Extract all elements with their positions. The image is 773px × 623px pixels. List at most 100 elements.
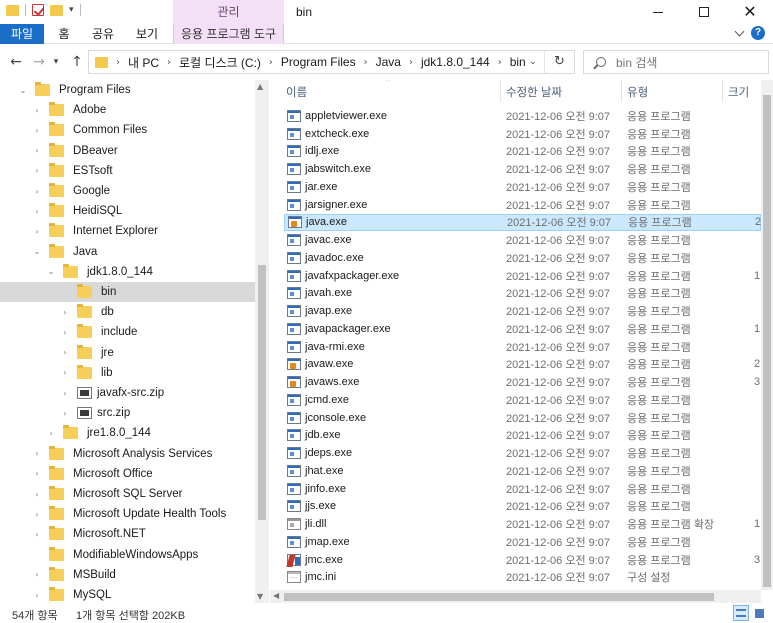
tree-item[interactable]: ⌄ Java xyxy=(0,242,255,262)
column-header-date[interactable]: 수정한 날짜 xyxy=(506,84,562,100)
scrollbar-thumb[interactable] xyxy=(284,593,714,601)
file-row[interactable]: jmc.exe 2021-12-06 오전 9:07 응용 프로그램 3 xyxy=(284,551,761,569)
scrollbar-thumb[interactable] xyxy=(258,265,266,520)
file-row[interactable]: javaw.exe 2021-12-06 오전 9:07 응용 프로그램 2 xyxy=(284,356,761,374)
expand-chevron-icon[interactable]: › xyxy=(60,308,70,317)
expand-chevron-icon[interactable]: › xyxy=(60,409,70,418)
expand-chevron-icon[interactable]: › xyxy=(32,490,42,499)
address-bar[interactable]: › 내 PC › 로컬 디스크 (C:) › Program Files › J… xyxy=(88,50,575,74)
properties-icon[interactable] xyxy=(32,4,44,16)
file-list-scrollbar[interactable] xyxy=(761,80,773,590)
file-row[interactable]: javap.exe 2021-12-06 오전 9:07 응용 프로그램 xyxy=(284,302,761,320)
tree-item[interactable]: ModifiableWindowsApps xyxy=(0,545,255,565)
tree-item[interactable]: › Google xyxy=(0,181,255,201)
file-row[interactable]: jarsigner.exe 2021-12-06 오전 9:07 응용 프로그램 xyxy=(284,196,761,214)
file-row[interactable]: jli.dll 2021-12-06 오전 9:07 응용 프로그램 확장 1 xyxy=(284,515,761,533)
file-row[interactable]: jdb.exe 2021-12-06 오전 9:07 응용 프로그램 xyxy=(284,427,761,445)
up-button[interactable]: ↑ xyxy=(67,52,87,72)
collapse-chevron-icon[interactable]: ⌄ xyxy=(32,247,42,256)
file-row[interactable]: jhat.exe 2021-12-06 오전 9:07 응용 프로그램 xyxy=(284,462,761,480)
tree-item[interactable]: › jre xyxy=(0,343,255,363)
column-divider[interactable] xyxy=(621,80,622,102)
maximize-button[interactable] xyxy=(681,0,727,24)
tree-item[interactable]: ⌄ jdk1.8.0_144 xyxy=(0,262,255,282)
collapse-chevron-icon[interactable]: ⌄ xyxy=(18,86,28,95)
file-row[interactable]: idlj.exe 2021-12-06 오전 9:07 응용 프로그램 xyxy=(284,143,761,161)
tab-share[interactable]: 공유 xyxy=(88,24,118,44)
search-box[interactable]: bin 검색 xyxy=(583,50,769,74)
expand-ribbon-icon[interactable] xyxy=(734,26,745,37)
minimize-button[interactable] xyxy=(635,0,681,24)
back-button[interactable]: ← xyxy=(6,52,26,72)
file-row[interactable]: jar.exe 2021-12-06 오전 9:07 응용 프로그램 xyxy=(284,178,761,196)
tree-item[interactable]: › javafx-src.zip xyxy=(0,383,255,403)
file-row[interactable]: javah.exe 2021-12-06 오전 9:07 응용 프로그램 xyxy=(284,285,761,303)
breadcrumb-chevron-icon[interactable]: › xyxy=(409,57,413,68)
file-row[interactable]: jmap.exe 2021-12-06 오전 9:07 응용 프로그램 xyxy=(284,533,761,551)
breadcrumb-chevron-icon[interactable]: › xyxy=(269,57,273,68)
column-divider[interactable] xyxy=(500,80,501,102)
file-row[interactable]: java.exe 2021-12-06 오전 9:07 응용 프로그램 2 xyxy=(284,213,761,232)
breadcrumb-local-disk[interactable]: 로컬 디스크 (C:) xyxy=(179,54,261,71)
file-row[interactable]: java-rmi.exe 2021-12-06 오전 9:07 응용 프로그램 xyxy=(284,338,761,356)
column-divider[interactable] xyxy=(722,80,723,102)
file-row[interactable]: jmc.ini 2021-12-06 오전 9:07 구성 설정 xyxy=(284,569,761,587)
tab-file[interactable]: 파일 xyxy=(0,24,44,44)
tree-item[interactable]: › include xyxy=(0,322,255,342)
breadcrumb-chevron-icon[interactable]: › xyxy=(364,57,368,68)
tab-view[interactable]: 보기 xyxy=(132,24,162,44)
file-row[interactable]: extcheck.exe 2021-12-06 오전 9:07 응용 프로그램 xyxy=(284,125,761,143)
breadcrumb-program-files[interactable]: Program Files xyxy=(281,55,356,69)
expand-chevron-icon[interactable]: › xyxy=(32,106,42,115)
scroll-up-icon[interactable]: ▲ xyxy=(257,82,263,91)
expand-chevron-icon[interactable]: › xyxy=(32,469,42,478)
file-row[interactable]: jcmd.exe 2021-12-06 오전 9:07 응용 프로그램 xyxy=(284,391,761,409)
file-row[interactable]: javadoc.exe 2021-12-06 오전 9:07 응용 프로그램 xyxy=(284,249,761,267)
navigation-pane-scrollbar[interactable]: ▲ ▼ xyxy=(255,80,269,603)
breadcrumb-chevron-icon[interactable]: › xyxy=(116,57,120,68)
tree-item[interactable]: › Internet Explorer xyxy=(0,221,255,241)
file-row[interactable]: javaws.exe 2021-12-06 오전 9:07 응용 프로그램 3 xyxy=(284,373,761,391)
expand-chevron-icon[interactable]: › xyxy=(60,368,70,377)
tree-item[interactable]: › src.zip xyxy=(0,403,255,423)
file-row[interactable]: jjs.exe 2021-12-06 오전 9:07 응용 프로그램 xyxy=(284,498,761,516)
file-row[interactable]: jconsole.exe 2021-12-06 오전 9:07 응용 프로그램 xyxy=(284,409,761,427)
expand-chevron-icon[interactable]: › xyxy=(32,146,42,155)
expand-chevron-icon[interactable]: › xyxy=(32,227,42,236)
help-icon[interactable]: ? xyxy=(751,26,765,40)
details-view-button[interactable] xyxy=(733,605,749,621)
expand-chevron-icon[interactable]: › xyxy=(32,207,42,216)
tree-item[interactable]: › MSBuild xyxy=(0,565,255,585)
customize-toolbar-icon[interactable]: ▾ xyxy=(69,5,74,15)
tree-item[interactable]: ⌄ Program Files xyxy=(0,80,255,100)
new-folder-icon[interactable] xyxy=(50,4,63,16)
file-row[interactable]: jdeps.exe 2021-12-06 오전 9:07 응용 프로그램 xyxy=(284,444,761,462)
breadcrumb-chevron-icon[interactable]: › xyxy=(498,57,502,68)
column-header-name[interactable]: 이름 xyxy=(286,84,307,100)
file-list-horizontal-scrollbar[interactable]: ◀ xyxy=(270,590,761,603)
file-row[interactable]: javapackager.exe 2021-12-06 오전 9:07 응용 프로그… xyxy=(284,320,761,338)
tree-item[interactable]: › MySQL xyxy=(0,585,255,603)
breadcrumb-jdk[interactable]: jdk1.8.0_144 xyxy=(421,55,490,69)
expand-chevron-icon[interactable]: › xyxy=(32,530,42,539)
expand-chevron-icon[interactable]: › xyxy=(32,510,42,519)
tree-item[interactable]: › Microsoft Analysis Services xyxy=(0,444,255,464)
expand-chevron-icon[interactable]: › xyxy=(60,328,70,337)
breadcrumb-java[interactable]: Java xyxy=(376,55,401,69)
expand-chevron-icon[interactable]: › xyxy=(32,187,42,196)
close-button[interactable]: ✕ xyxy=(727,0,773,24)
address-dropdown-icon[interactable]: ⌄ xyxy=(526,55,540,69)
tree-item[interactable]: › Microsoft Update Health Tools xyxy=(0,504,255,524)
file-row[interactable]: jinfo.exe 2021-12-06 오전 9:07 응용 프로그램 xyxy=(284,480,761,498)
tree-item[interactable]: › db xyxy=(0,302,255,322)
expand-chevron-icon[interactable]: › xyxy=(46,429,56,438)
tree-item[interactable]: › lib xyxy=(0,363,255,383)
tab-home[interactable]: 홈 xyxy=(52,24,76,44)
tree-item[interactable]: › ESTsoft xyxy=(0,161,255,181)
column-header-size[interactable]: 크기 xyxy=(728,84,749,100)
recent-locations-button[interactable]: ▾ xyxy=(50,52,62,72)
breadcrumb-chevron-icon[interactable]: › xyxy=(167,57,171,68)
file-row[interactable]: appletviewer.exe 2021-12-06 오전 9:07 응용 프로그… xyxy=(284,107,761,125)
tree-item[interactable]: › HeidiSQL xyxy=(0,201,255,221)
expand-chevron-icon[interactable]: › xyxy=(60,389,70,398)
